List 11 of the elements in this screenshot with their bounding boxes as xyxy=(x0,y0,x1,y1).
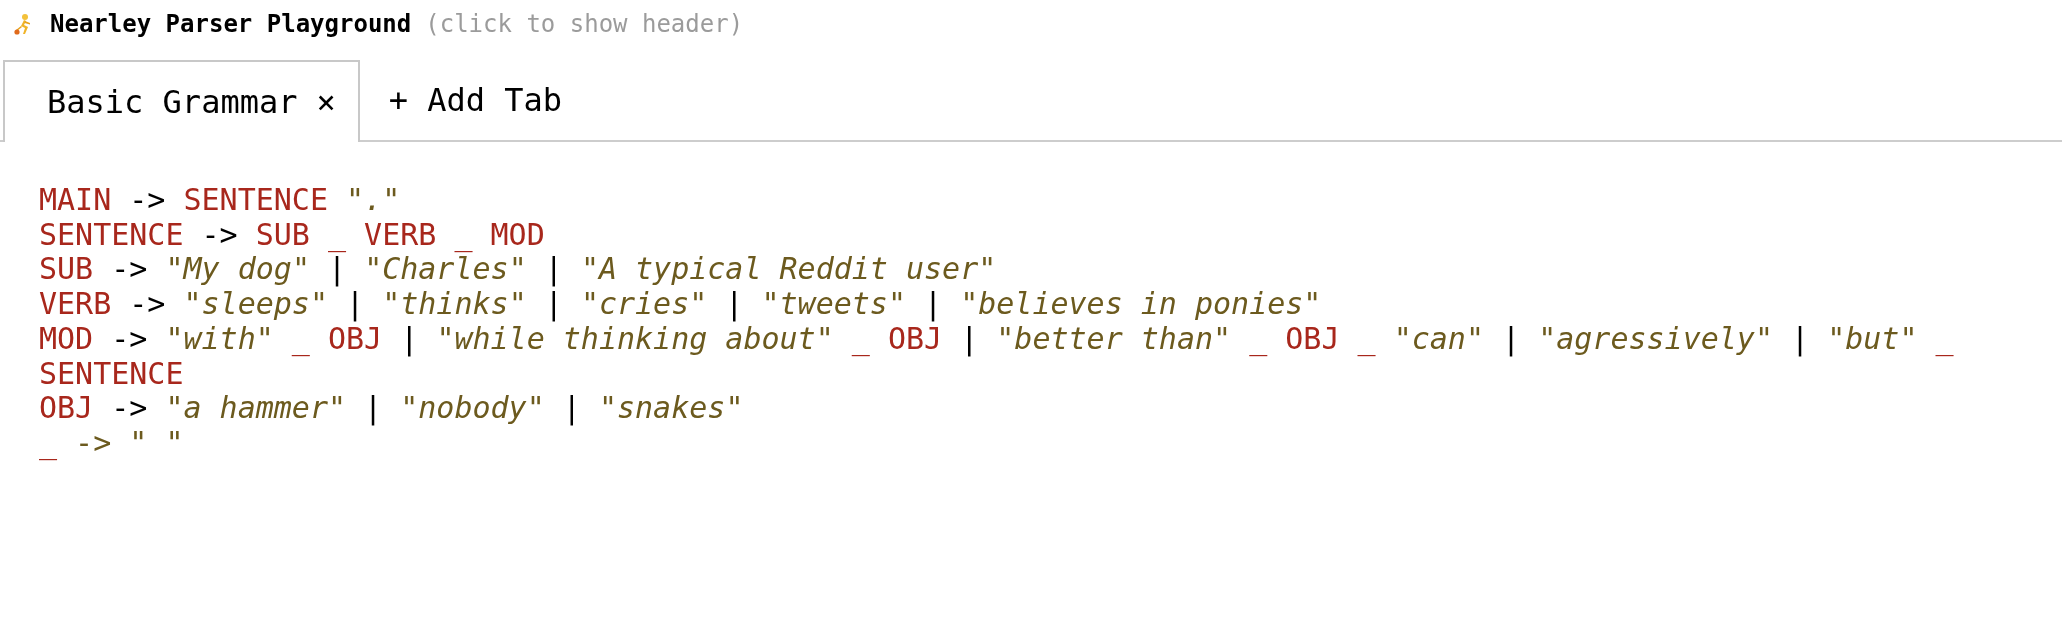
add-tab-button[interactable]: + Add Tab xyxy=(380,60,571,140)
code-line: SENTENCE xyxy=(39,356,184,392)
code-line: VERB -> "sleeps" | "thinks" | "cries" | "tweets" | "believes in ponies" xyxy=(39,287,1322,322)
close-button[interactable]: × xyxy=(316,83,336,121)
code-line: _ -> " " xyxy=(39,425,184,461)
code-line: OBJ -> "a hammer" | "nobody" | "snakes" xyxy=(39,391,744,426)
code-line: MOD -> "with" _ OBJ | "while thinking about" _ OBJ | "better than" _ OBJ _ "can" | "agressively" | "but" _ xyxy=(39,321,1954,357)
tab[interactable]: Basic Grammar × xyxy=(3,60,360,142)
code-line: MAIN -> SENTENCE "." xyxy=(39,183,401,218)
code-line: SENTENCE -> SUB _ VERB _ MOD xyxy=(39,217,545,253)
app-title: Nearley Parser Playground xyxy=(50,10,412,38)
